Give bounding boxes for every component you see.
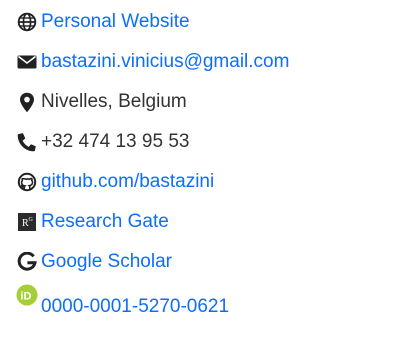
researchgate-link[interactable]: Research Gate [41, 211, 169, 233]
github-icon [16, 171, 38, 193]
map-marker-icon [16, 91, 38, 113]
globe-icon [16, 11, 38, 33]
envelope-icon [16, 51, 38, 73]
location-text: Nivelles, Belgium [41, 91, 187, 112]
researchgate-icon: R G [16, 211, 38, 233]
contact-item-location: Nivelles, Belgium [16, 82, 187, 122]
contact-list: Personal Website bastazini.vinicius@gmai… [0, 0, 401, 350]
contact-item-researchgate[interactable]: R G Research Gate [16, 202, 169, 242]
svg-text:iD: iD [20, 291, 31, 303]
google-scholar-link[interactable]: Google Scholar [41, 251, 172, 273]
contact-item-website[interactable]: Personal Website [16, 2, 190, 42]
svg-text:G: G [29, 217, 34, 223]
website-link[interactable]: Personal Website [41, 11, 190, 33]
email-link[interactable]: bastazini.vinicius@gmail.com [41, 51, 289, 73]
phone-icon [16, 131, 38, 153]
google-icon [16, 251, 38, 273]
contact-item-github[interactable]: github.com/bastazini [16, 162, 214, 202]
contact-item-phone: +32 474 13 95 53 [16, 122, 189, 162]
orcid-link[interactable]: 0000-0001-5270-0621 [41, 296, 229, 318]
orcid-icon: iD [16, 284, 38, 306]
contact-item-email[interactable]: bastazini.vinicius@gmail.com [16, 42, 289, 82]
contact-item-google-scholar[interactable]: Google Scholar [16, 242, 172, 282]
phone-text: +32 474 13 95 53 [41, 131, 190, 152]
contact-item-orcid[interactable]: iD 0000-0001-5270-0621 [16, 282, 229, 322]
github-link[interactable]: github.com/bastazini [41, 171, 214, 193]
